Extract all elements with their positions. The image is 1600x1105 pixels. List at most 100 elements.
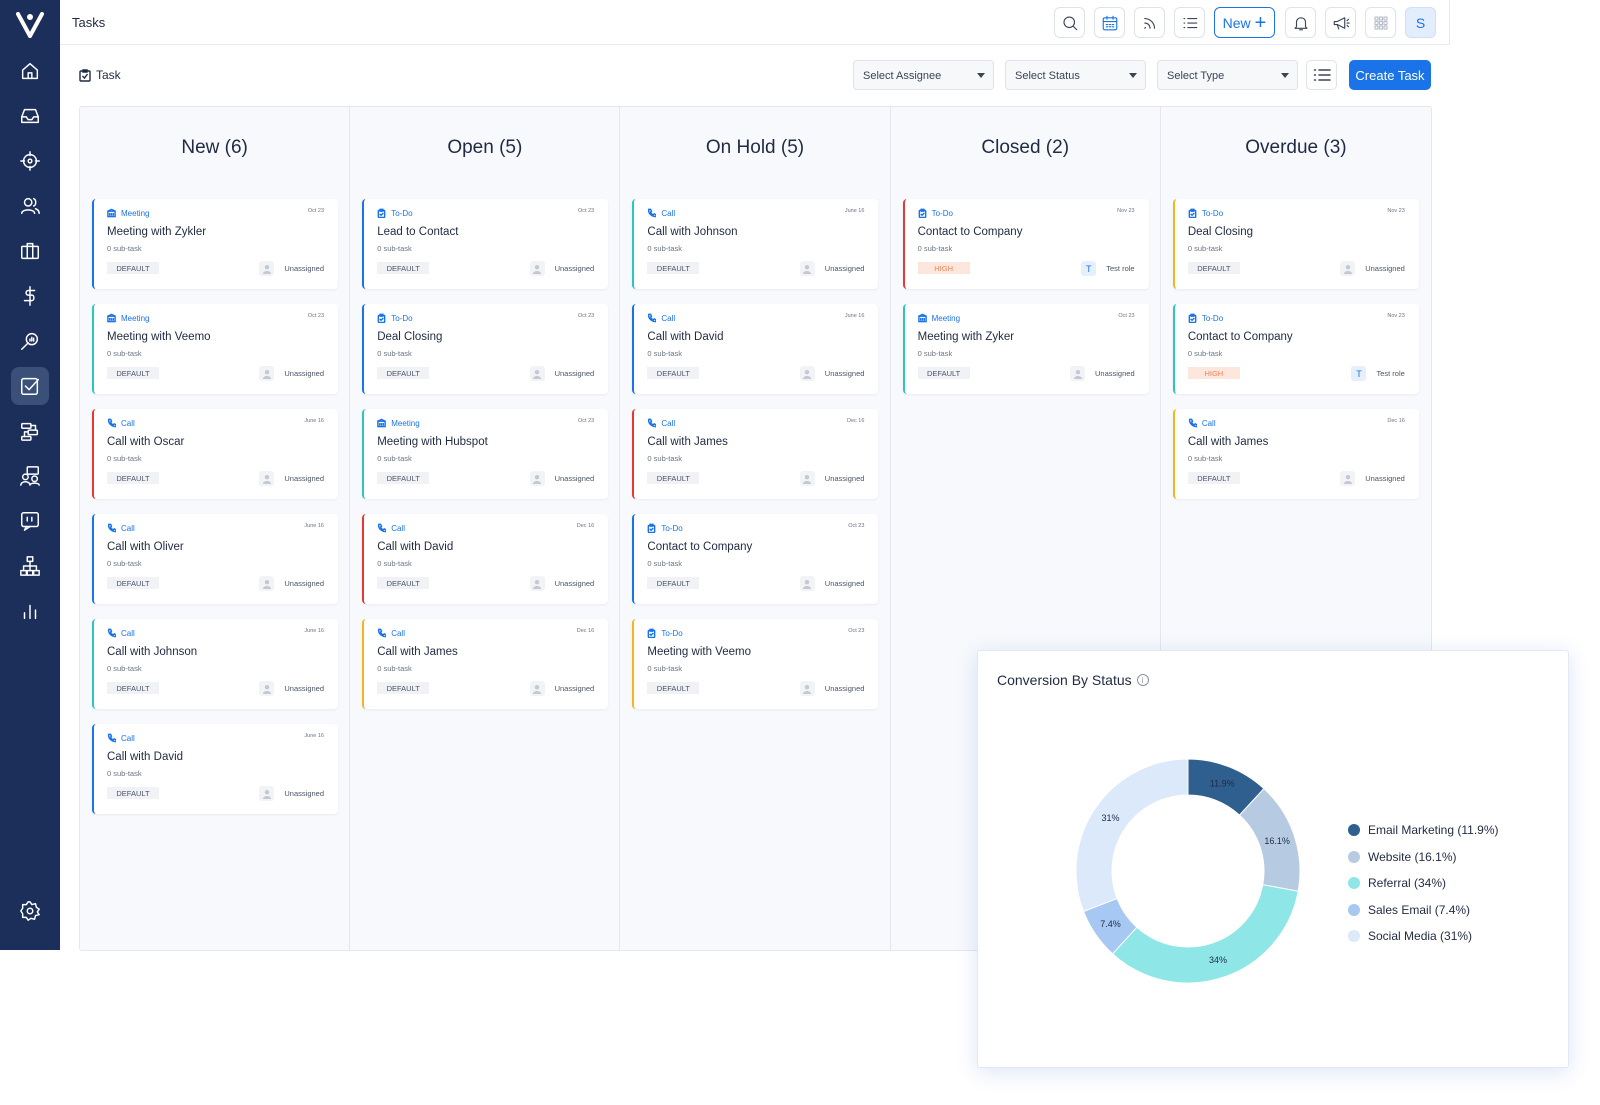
task-assignee[interactable]: Unassigned [799,366,864,381]
task-name[interactable]: Lead to Contact [377,226,458,238]
task-card[interactable]: Call June 16 Call with Oliver 0 sub-task DEF… [92,514,338,604]
task-card[interactable]: Meeting Oct 23 Meeting with Hubspot 0 sub-t… [362,409,609,499]
task-name[interactable]: Call with Johnson [107,646,197,658]
task-assignee[interactable]: Unassigned [799,471,864,486]
task-assignee[interactable]: Unassigned [529,261,594,276]
notifications-button[interactable] [1285,7,1316,38]
type-select[interactable]: Select Type [1157,60,1298,90]
task-card[interactable]: Call June 16 Call with David 0 sub-task DEFA… [632,304,879,394]
view-toggle-button[interactable] [1306,60,1337,90]
workflow-icon[interactable] [11,412,49,450]
task-card[interactable]: Call June 16 Call with Oscar 0 sub-task DEFA… [92,409,338,499]
create-task-button[interactable]: Create Task [1349,60,1431,90]
list-view-button[interactable] [1174,7,1205,38]
task-name[interactable]: Contact to Company [918,226,1023,238]
task-name[interactable]: Call with James [647,436,728,448]
quote-icon[interactable] [11,502,49,540]
announcements-button[interactable] [1325,7,1356,38]
legend-item[interactable]: Social Media (31%) [1348,923,1499,950]
task-assignee[interactable]: Unassigned [529,471,594,486]
task-assignee[interactable]: T Test role [1081,261,1135,276]
home-icon[interactable] [11,52,49,90]
task-name[interactable]: Contact to Company [1188,331,1293,343]
task-assignee[interactable]: Unassigned [799,576,864,591]
task-name[interactable]: Contact to Company [647,541,752,553]
inbox-icon[interactable] [11,97,49,135]
task-assignee[interactable]: Unassigned [259,576,324,591]
task-card[interactable]: To-Do Nov 23 Deal Closing 0 sub-task DEFAULT… [1172,199,1419,289]
task-name[interactable]: Call with David [377,541,453,553]
task-assignee[interactable]: T Test role [1351,366,1405,381]
task-card[interactable]: Call June 16 Call with Johnson 0 sub-task DE… [92,619,338,709]
task-assignee[interactable]: Unassigned [259,786,324,801]
task-card[interactable]: To-Do Nov 23 Contact to Company 0 sub-task H… [902,199,1149,289]
task-name[interactable]: Call with James [377,646,458,658]
app-logo[interactable] [14,8,46,40]
hierarchy-icon[interactable] [11,547,49,585]
task-assignee[interactable]: Unassigned [799,261,864,276]
briefcase-icon[interactable] [11,232,49,270]
feed-button[interactable] [1134,7,1165,38]
status-select[interactable]: Select Status [1005,60,1146,90]
dollar-icon[interactable] [11,277,49,315]
task-assignee[interactable]: Unassigned [259,471,324,486]
search-button[interactable] [1054,7,1085,38]
user-avatar[interactable]: S [1405,7,1436,38]
task-assignee[interactable]: Unassigned [529,681,594,696]
task-card[interactable]: Meeting Oct 23 Meeting with Zykler 0 sub-ta… [92,199,338,289]
task-name[interactable]: Meeting with Hubspot [377,436,488,448]
task-assignee[interactable]: Unassigned [529,366,594,381]
reports-icon[interactable] [11,592,49,630]
task-card[interactable]: To-Do Nov 23 Contact to Company 0 sub-task H… [1172,304,1419,394]
task-card[interactable]: To-Do Oct 23 Meeting with Veemo 0 sub-task D… [632,619,879,709]
task-assignee[interactable]: Unassigned [259,681,324,696]
task-assignee[interactable]: Unassigned [1340,261,1405,276]
apps-button[interactable] [1365,7,1396,38]
task-card[interactable]: Call Dec 16 Call with James 0 sub-task DEFAU… [1172,409,1419,499]
task-name[interactable]: Deal Closing [377,331,442,343]
donut-slice[interactable] [1075,758,1189,913]
calendar-button[interactable] [1094,7,1125,38]
task-card[interactable]: To-Do Oct 23 Deal Closing 0 sub-task DEFAULT… [362,304,609,394]
task-name[interactable]: Call with David [647,331,723,343]
task-assignee[interactable]: Unassigned [1070,366,1135,381]
task-assignee[interactable]: Unassigned [259,261,324,276]
legend-item[interactable]: Email Marketing (11.9%) [1348,817,1499,844]
task-name[interactable]: Deal Closing [1188,226,1253,238]
target-icon[interactable] [11,142,49,180]
tasks-icon[interactable] [11,367,49,405]
search-analytics-icon[interactable] [11,322,49,360]
task-name[interactable]: Meeting with Zyker [918,331,1015,343]
task-assignee[interactable]: Unassigned [259,366,324,381]
task-name[interactable]: Meeting with Veemo [647,646,751,658]
settings-icon[interactable] [11,892,49,930]
task-card[interactable]: Call Dec 16 Call with James 0 sub-task DEFAU… [362,619,609,709]
task-assignee[interactable]: Unassigned [1340,471,1405,486]
task-name[interactable]: Call with James [1188,436,1269,448]
task-card[interactable]: Call June 16 Call with Johnson 0 sub-task DE… [632,199,879,289]
slice-label: 7.4% [1100,919,1121,929]
task-card[interactable]: Meeting Oct 23 Meeting with Zyker 0 sub-tas… [902,304,1149,394]
task-name[interactable]: Call with Oscar [107,436,184,448]
task-name[interactable]: Meeting with Zykler [107,226,206,238]
task-assignee[interactable]: Unassigned [529,576,594,591]
task-card[interactable]: Call Dec 16 Call with James 0 sub-task DEFAU… [632,409,879,499]
task-name[interactable]: Call with Johnson [647,226,737,238]
task-assignee[interactable]: Unassigned [799,681,864,696]
assignee-select[interactable]: Select Assignee [853,60,994,90]
contacts-icon[interactable] [11,187,49,225]
task-name[interactable]: Call with David [107,751,183,763]
task-card[interactable]: To-Do Oct 23 Contact to Company 0 sub-task D… [632,514,879,604]
donut-slice[interactable] [1111,884,1299,984]
new-button[interactable]: New + [1214,7,1275,38]
legend-item[interactable]: Sales Email (7.4%) [1348,897,1499,924]
legend-item[interactable]: Referral (34%) [1348,870,1499,897]
legend-item[interactable]: Website (16.1%) [1348,844,1499,871]
task-card[interactable]: Call June 16 Call with David 0 sub-task DEFA… [92,724,338,814]
team-chat-icon[interactable] [11,457,49,495]
task-card[interactable]: Call Dec 16 Call with David 0 sub-task DEFAU… [362,514,609,604]
task-name[interactable]: Call with Oliver [107,541,184,553]
task-card[interactable]: Meeting Oct 23 Meeting with Veemo 0 sub-tas… [92,304,338,394]
task-card[interactable]: To-Do Oct 23 Lead to Contact 0 sub-task DEFA… [362,199,609,289]
task-name[interactable]: Meeting with Veemo [107,331,211,343]
